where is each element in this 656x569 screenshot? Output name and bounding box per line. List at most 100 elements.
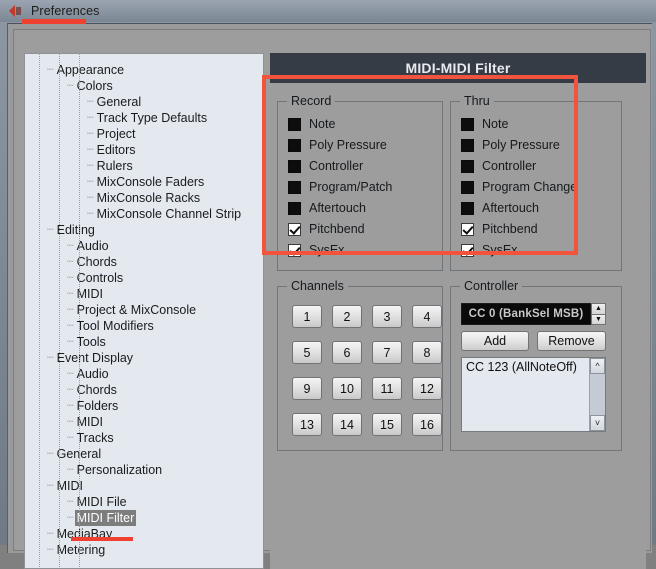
tree-branch-icon: ┈ xyxy=(67,240,74,252)
sidebar-item-label: Chords xyxy=(76,383,117,397)
checkbox-unchecked-icon[interactable] xyxy=(461,201,474,215)
checkbox-checked-icon[interactable] xyxy=(461,222,474,236)
checkbox-unchecked-icon[interactable] xyxy=(461,159,474,173)
sidebar-item-midi-file[interactable]: ┈ MIDI File xyxy=(25,494,263,510)
sidebar-item-project-mixconsole[interactable]: ┈ Project & MixConsole xyxy=(25,302,263,318)
sidebar-item-chords[interactable]: ┈ Chords xyxy=(25,254,263,270)
sidebar-item-mixconsole-channel-strip[interactable]: ┈ MixConsole Channel Strip xyxy=(25,206,263,222)
thru-checkbox-controller[interactable]: Controller xyxy=(461,157,536,175)
channel-button-16[interactable]: 16 xyxy=(412,413,442,436)
sidebar-item-editing[interactable]: ┈ Editing xyxy=(25,222,263,238)
tree-branch-icon: ┈ xyxy=(67,288,74,300)
thru-checkbox-program-change[interactable]: Program Change xyxy=(461,178,577,196)
checkbox-unchecked-icon[interactable] xyxy=(288,159,301,173)
sidebar-item-track-type-defaults[interactable]: ┈ Track Type Defaults xyxy=(25,110,263,126)
checkbox-unchecked-icon[interactable] xyxy=(288,180,301,194)
checkbox-checked-icon[interactable] xyxy=(288,222,301,236)
back-arrow-icon[interactable] xyxy=(8,4,24,18)
checkbox-unchecked-icon[interactable] xyxy=(288,117,301,131)
checkbox-checked-icon[interactable] xyxy=(288,243,301,257)
sidebar-item-mediabay[interactable]: ┈ MediaBay xyxy=(25,526,263,542)
channel-button-4[interactable]: 4 xyxy=(412,305,442,328)
sidebar-item-audio[interactable]: ┈ Audio xyxy=(25,366,263,382)
tree-branch-icon: ┈ xyxy=(87,160,94,172)
record-checkbox-controller[interactable]: Controller xyxy=(288,157,363,175)
window-title: Preferences xyxy=(31,4,100,18)
checkbox-checked-icon[interactable] xyxy=(461,243,474,257)
checkbox-unchecked-icon[interactable] xyxy=(288,201,301,215)
sidebar-item-mixconsole-racks[interactable]: ┈ MixConsole Racks xyxy=(25,190,263,206)
sidebar-item-label: Metering xyxy=(56,543,106,557)
checkbox-unchecked-icon[interactable] xyxy=(461,180,474,194)
sidebar-item-label: Controls xyxy=(76,271,124,285)
sidebar-item-mixconsole-faders[interactable]: ┈ MixConsole Faders xyxy=(25,174,263,190)
sidebar-item-midi-filter[interactable]: ┈ MIDI Filter xyxy=(25,510,263,526)
controller-spinner[interactable]: ▲ ▼ xyxy=(591,303,606,325)
controller-list-item[interactable]: CC 123 (AllNoteOff) xyxy=(462,358,605,374)
sidebar-item-event-display[interactable]: ┈ Event Display xyxy=(25,350,263,366)
sidebar-item-project[interactable]: ┈ Project xyxy=(25,126,263,142)
channel-button-1[interactable]: 1 xyxy=(292,305,322,328)
thru-checkbox-sysex[interactable]: SysEx xyxy=(461,241,517,259)
sidebar-item-general[interactable]: ┈General xyxy=(25,94,263,110)
preferences-dialog: ┈ Appearance ┈ Colors ┈ General ┈ Track Type De… xyxy=(7,23,652,569)
add-button[interactable]: Add xyxy=(461,331,529,351)
channel-button-6[interactable]: 6 xyxy=(332,341,362,364)
sidebar-item-editors[interactable]: ┈ Editors xyxy=(25,142,263,158)
sidebar-item-colors[interactable]: ┈ Colors xyxy=(25,78,263,94)
record-checkbox-aftertouch[interactable]: Aftertouch xyxy=(288,199,366,217)
thru-checkbox-note[interactable]: Note xyxy=(461,115,508,133)
sidebar-item-audio[interactable]: ┈ Audio xyxy=(25,238,263,254)
sidebar-item-tracks[interactable]: ┈ Tracks xyxy=(25,430,263,446)
spinner-up-icon[interactable]: ▲ xyxy=(591,303,606,314)
scroll-down-icon[interactable]: ˅ xyxy=(590,415,605,431)
checkbox-unchecked-icon[interactable] xyxy=(288,138,301,152)
sidebar-item-general[interactable]: ┈General xyxy=(25,446,263,462)
tree-branch-icon: ┈ xyxy=(67,320,74,332)
channel-button-3[interactable]: 3 xyxy=(372,305,402,328)
sidebar-item-chords[interactable]: ┈ Chords xyxy=(25,382,263,398)
scroll-up-icon[interactable]: ^ xyxy=(590,358,605,374)
channel-button-14[interactable]: 14 xyxy=(332,413,362,436)
thru-group-title: Thru xyxy=(460,94,494,108)
sidebar-item-personalization[interactable]: ┈ Personalization xyxy=(25,462,263,478)
channel-button-9[interactable]: 9 xyxy=(292,377,322,400)
channel-button-15[interactable]: 15 xyxy=(372,413,402,436)
channel-button-7[interactable]: 7 xyxy=(372,341,402,364)
sidebar-item-metering[interactable]: ┈ Metering xyxy=(25,542,263,558)
channel-button-5[interactable]: 5 xyxy=(292,341,322,364)
channel-button-13[interactable]: 13 xyxy=(292,413,322,436)
thru-checkbox-pitchbend[interactable]: Pitchbend xyxy=(461,220,538,238)
thru-checkbox-aftertouch[interactable]: Aftertouch xyxy=(461,199,539,217)
channel-button-2[interactable]: 2 xyxy=(332,305,362,328)
channel-button-8[interactable]: 8 xyxy=(412,341,442,364)
remove-button[interactable]: Remove xyxy=(537,331,606,351)
sidebar-item-midi[interactable]: ┈ MIDI xyxy=(25,478,263,494)
record-checkbox-program-patch[interactable]: Program/Patch xyxy=(288,178,392,196)
sidebar-item-tool-modifiers[interactable]: ┈ Tool Modifiers xyxy=(25,318,263,334)
channel-button-11[interactable]: 11 xyxy=(372,377,402,400)
preferences-category-tree[interactable]: ┈ Appearance ┈ Colors ┈ General ┈ Track Type De… xyxy=(24,53,264,569)
channel-button-12[interactable]: 12 xyxy=(412,377,442,400)
record-group-title: Record xyxy=(287,94,336,108)
thru-checkbox-poly-pressure[interactable]: Poly Pressure xyxy=(461,136,560,154)
record-checkbox-note[interactable]: Note xyxy=(288,115,335,133)
sidebar-item-midi[interactable]: ┈ MIDI xyxy=(25,286,263,302)
record-checkbox-poly-pressure[interactable]: Poly Pressure xyxy=(288,136,387,154)
checkbox-unchecked-icon[interactable] xyxy=(461,117,474,131)
controller-list[interactable]: CC 123 (AllNoteOff) ^ ˅ xyxy=(461,357,606,432)
sidebar-item-midi[interactable]: ┈ MIDI xyxy=(25,414,263,430)
controller-list-scrollbar[interactable]: ^ ˅ xyxy=(589,358,605,431)
channel-button-10[interactable]: 10 xyxy=(332,377,362,400)
spinner-down-icon[interactable]: ▼ xyxy=(591,313,606,325)
tree-branch-icon: ┈ xyxy=(47,224,54,236)
sidebar-item-rulers[interactable]: ┈ Rulers xyxy=(25,158,263,174)
record-checkbox-sysex[interactable]: SysEx xyxy=(288,241,344,259)
sidebar-item-tools[interactable]: ┈ Tools xyxy=(25,334,263,350)
controller-value-field[interactable]: CC 0 (BankSel MSB) xyxy=(461,303,591,325)
sidebar-item-controls[interactable]: ┈ Controls xyxy=(25,270,263,286)
record-checkbox-pitchbend[interactable]: Pitchbend xyxy=(288,220,365,238)
checkbox-unchecked-icon[interactable] xyxy=(461,138,474,152)
sidebar-item-folders[interactable]: ┈ Folders xyxy=(25,398,263,414)
sidebar-item-appearance[interactable]: ┈ Appearance xyxy=(25,62,263,78)
